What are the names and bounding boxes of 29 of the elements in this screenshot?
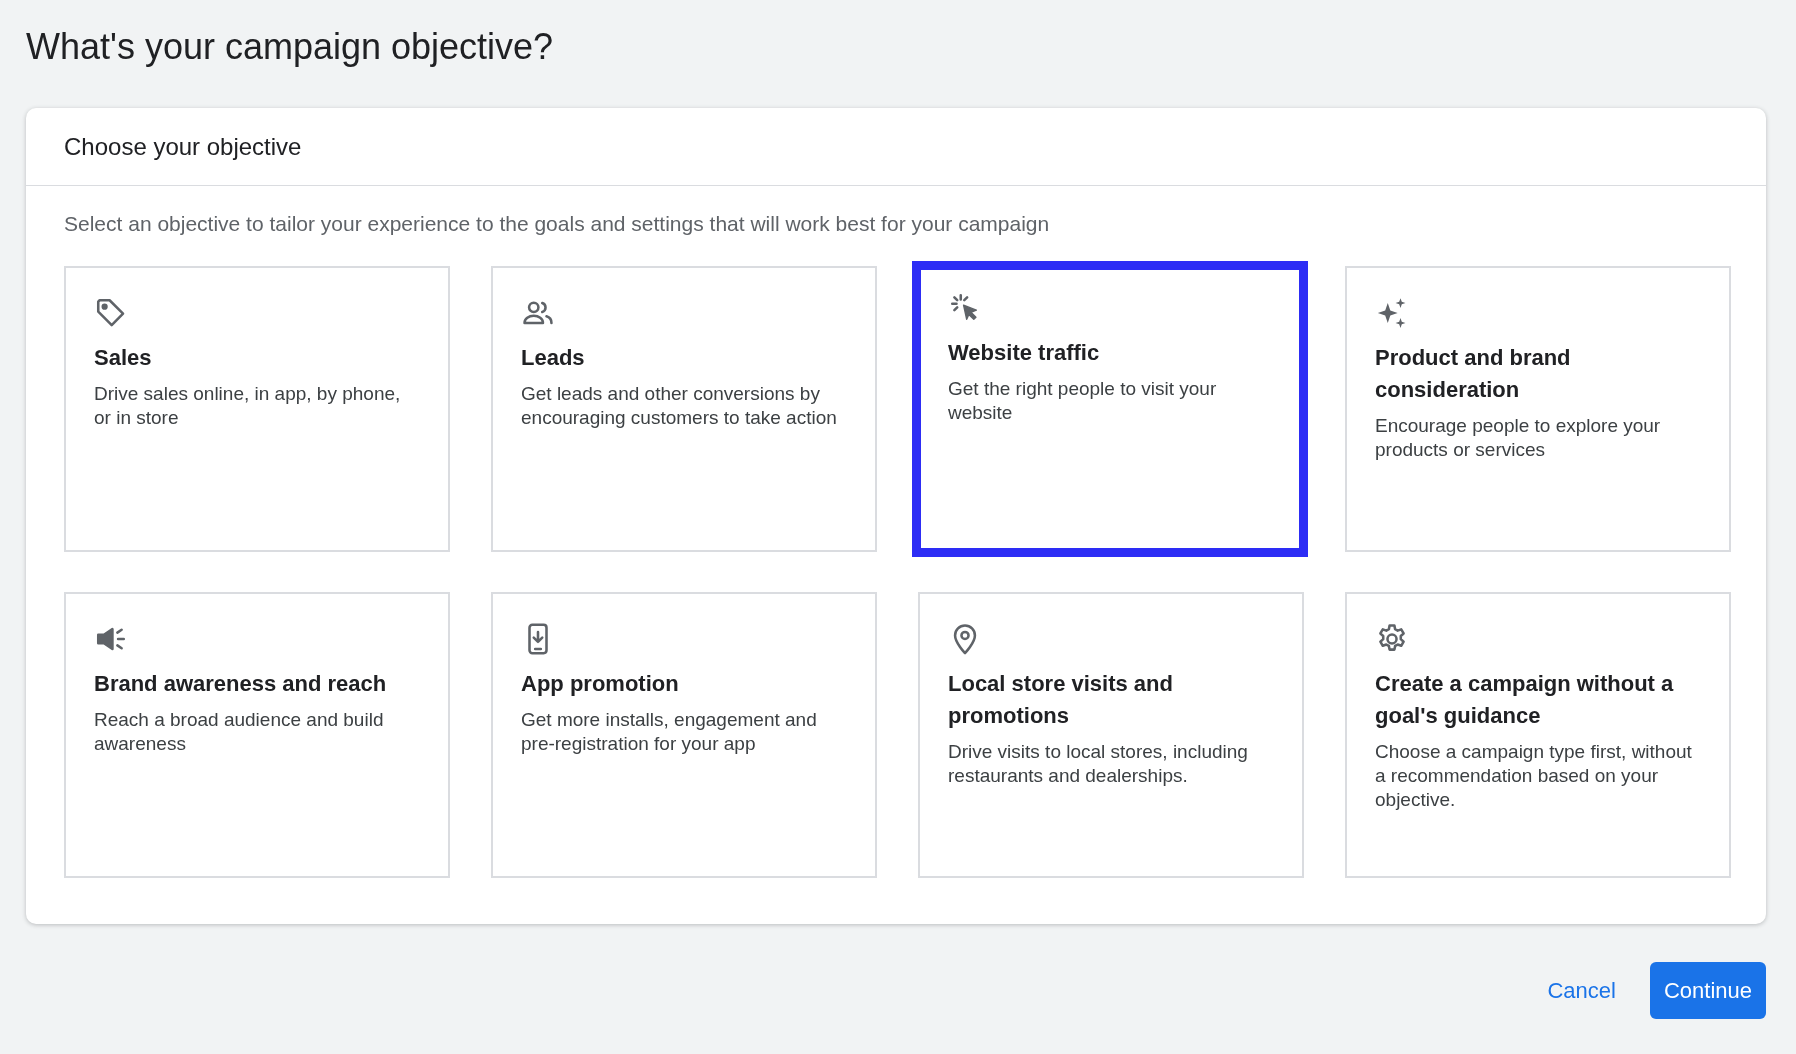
objective-description: Drive sales online, in app, by phone, or in store (94, 382, 402, 430)
continue-button[interactable]: Continue (1649, 962, 1766, 1019)
cancel-button[interactable]: Cancel (1533, 962, 1630, 1019)
objective-description: Choose a campaign type first, without a recommendation based on your objective. (1375, 740, 1693, 812)
objective-title: Product and brand consideration (1375, 344, 1572, 404)
objective-title: Create a campaign without a goal's guidance (1375, 670, 1675, 730)
objective-description: Get leads and other conversions by encouraging customers to take action (521, 382, 838, 430)
objective-option[interactable]: Product and brand consideration Encourage people to explore your products or services (1345, 266, 1731, 552)
objective-option[interactable]: Brand awareness and reach Reach a broad audience and build awareness (64, 592, 450, 878)
objective-option[interactable]: Sales Drive sales online, in app, by phone, or in store (64, 266, 450, 552)
objective-option[interactable]: Leads Get leads and other conversions by encouraging customers to take action (491, 266, 877, 552)
objective-description: Get more installs, engagement and pre-registration for your app (521, 708, 818, 756)
objective-title: Leads (521, 344, 586, 372)
objective-description: Drive visits to local stores, including restaurants and dealerships. (948, 740, 1249, 788)
objective-description: Get the right people to visit your website (948, 377, 1218, 425)
objective-option[interactable]: Website traffic Get the right people to visit your website (912, 261, 1308, 557)
objective-title: App promotion (521, 670, 680, 698)
objective-option[interactable]: Local store visits and promotions Drive visits to local stores, including restaurants and dealerships. (918, 592, 1304, 878)
page-title: What's your campaign objective? (26, 26, 555, 68)
instruction-text: Select an objective to tailor your experience to the goals and settings that will work best for your campaign (64, 212, 1051, 236)
objective-description: Reach a broad audience and build awareness (94, 708, 385, 756)
objective-title: Brand awareness and reach (94, 670, 388, 698)
card-title: Choose your objective (64, 132, 302, 161)
objective-option[interactable]: App promotion Get more installs, engagement and pre-registration for your app (491, 592, 877, 878)
objective-title: Sales (94, 344, 153, 372)
objective-option[interactable]: Create a campaign without a goal's guidance Choose a campaign type first, without a recommendation based on your objective. (1345, 592, 1731, 878)
objective-title: Website traffic (948, 339, 1101, 367)
objective-description: Encourage people to explore your products or services (1375, 414, 1662, 462)
objective-title: Local store visits and promotions (948, 670, 1174, 730)
